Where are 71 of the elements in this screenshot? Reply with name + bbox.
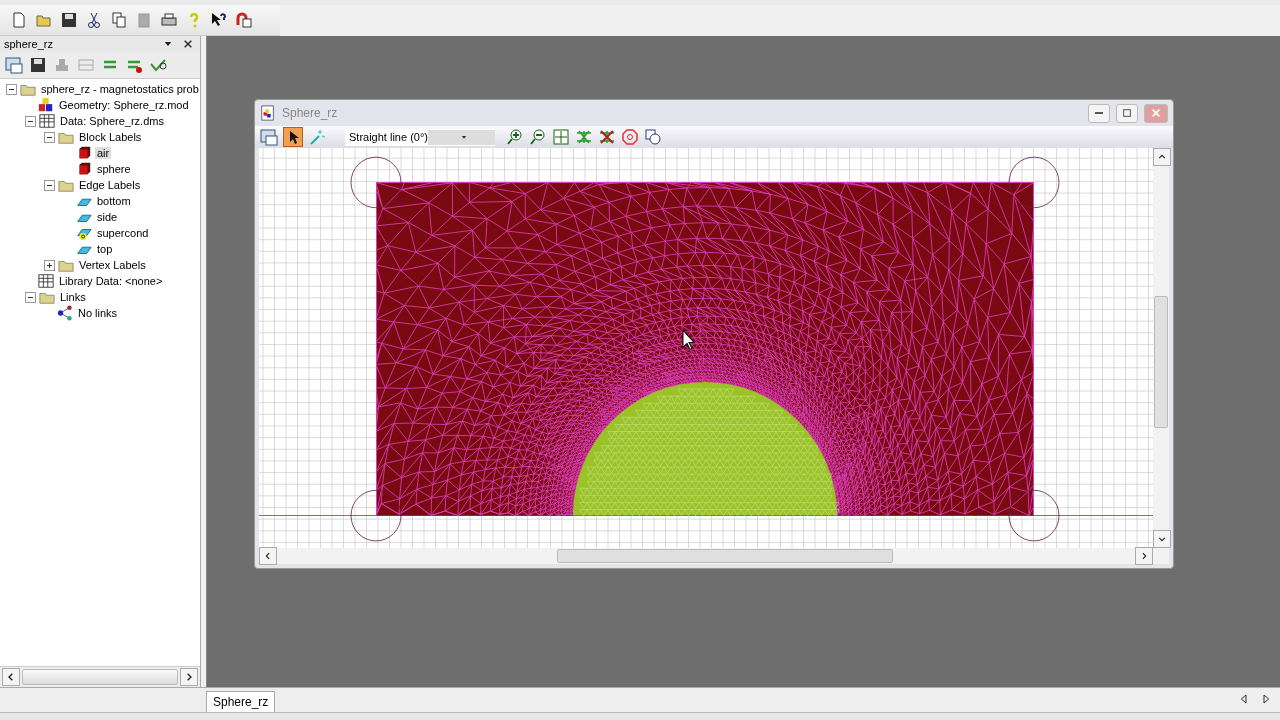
network-icon [57, 305, 73, 321]
tree-item[interactable]: air [95, 147, 112, 159]
collapse-icon[interactable] [44, 131, 55, 143]
tab-left-icon[interactable] [1238, 693, 1250, 705]
panel-title: sphere_rz [4, 38, 53, 50]
tree-item[interactable]: Geometry: Sphere_rz.mod [57, 99, 191, 111]
expand-icon[interactable] [44, 259, 55, 271]
node-marker[interactable] [350, 156, 402, 209]
scroll-left-button[interactable] [2, 668, 20, 686]
save-icon[interactable] [60, 11, 78, 29]
cut-icon[interactable] [85, 11, 103, 29]
minimize-button[interactable] [1088, 103, 1110, 123]
close-icon [1150, 107, 1162, 119]
tree-item[interactable]: supercond [95, 227, 151, 239]
window-icon[interactable] [5, 56, 23, 74]
mesh-icon[interactable] [575, 128, 593, 146]
magic-wand-icon[interactable] [308, 128, 326, 146]
window-title: Sphere_rz [282, 106, 338, 120]
scrollbar-thumb[interactable] [22, 669, 178, 685]
copy-icon[interactable] [110, 11, 128, 29]
line-mode-dropdown[interactable]: Straight line (0°) [345, 128, 495, 146]
scroll-up-button[interactable] [1153, 148, 1171, 166]
magnet-icon[interactable] [235, 11, 253, 29]
scrollbar-thumb[interactable] [1154, 296, 1168, 428]
maximize-button[interactable] [1116, 103, 1138, 123]
cubes-icon [38, 97, 54, 113]
node-marker[interactable] [1008, 156, 1060, 209]
dropdown-arrow-icon [459, 133, 468, 141]
save-icon[interactable] [29, 56, 47, 74]
collapse-icon[interactable] [44, 179, 55, 191]
tree-item[interactable]: Block Labels [77, 131, 144, 143]
scrollbar-thumb[interactable] [557, 549, 893, 563]
window-icon[interactable] [260, 128, 278, 146]
print-icon[interactable] [160, 11, 178, 29]
tree-item[interactable]: Links [58, 291, 88, 303]
delete-mesh-icon[interactable] [598, 128, 616, 146]
zoom-fit-icon[interactable] [552, 128, 570, 146]
tree-item[interactable]: Library Data: <none> [57, 275, 165, 287]
maximize-icon [1121, 107, 1133, 119]
zoom-out-icon[interactable] [529, 128, 547, 146]
scroll-left-button[interactable] [259, 547, 277, 565]
scroll-down-button[interactable] [1153, 530, 1171, 548]
context-help-icon[interactable] [210, 11, 228, 29]
target-icon[interactable] [621, 128, 639, 146]
collapse-icon[interactable] [25, 115, 36, 127]
tab-right-icon[interactable] [1260, 693, 1272, 705]
tree-item[interactable]: top [95, 243, 115, 255]
tree-item[interactable]: sphere_rz - magnetostatics prob [39, 83, 200, 95]
new-file-icon[interactable] [10, 11, 28, 29]
minimize-icon [1095, 112, 1103, 114]
scroll-right-button[interactable] [1135, 547, 1153, 565]
tree-item[interactable]: No links [76, 307, 120, 319]
tree-item[interactable]: side [95, 211, 120, 223]
tree-item[interactable]: Edge Labels [77, 179, 143, 191]
collapse-icon[interactable] [25, 291, 36, 303]
tree-item[interactable]: Vertex Labels [77, 259, 148, 271]
collapse-icon[interactable] [6, 83, 17, 95]
zoom-in-icon[interactable] [506, 128, 524, 146]
app-icon [260, 105, 276, 121]
node-marker[interactable] [1008, 489, 1060, 542]
node-marker[interactable] [350, 489, 402, 542]
document-tab[interactable]: Sphere_rz [206, 691, 276, 712]
tree-item[interactable]: sphere [95, 163, 133, 175]
tree-item[interactable]: bottom [95, 195, 133, 207]
pointer-tool-icon[interactable] [283, 127, 303, 147]
close-icon[interactable] [182, 38, 194, 50]
shapes-icon[interactable] [644, 128, 662, 146]
scroll-right-button[interactable] [180, 668, 198, 686]
tree-item[interactable]: Data: Sphere_rz.dms [58, 115, 166, 127]
mouse-cursor-icon [682, 328, 696, 351]
drawing-canvas[interactable] [259, 148, 1153, 548]
